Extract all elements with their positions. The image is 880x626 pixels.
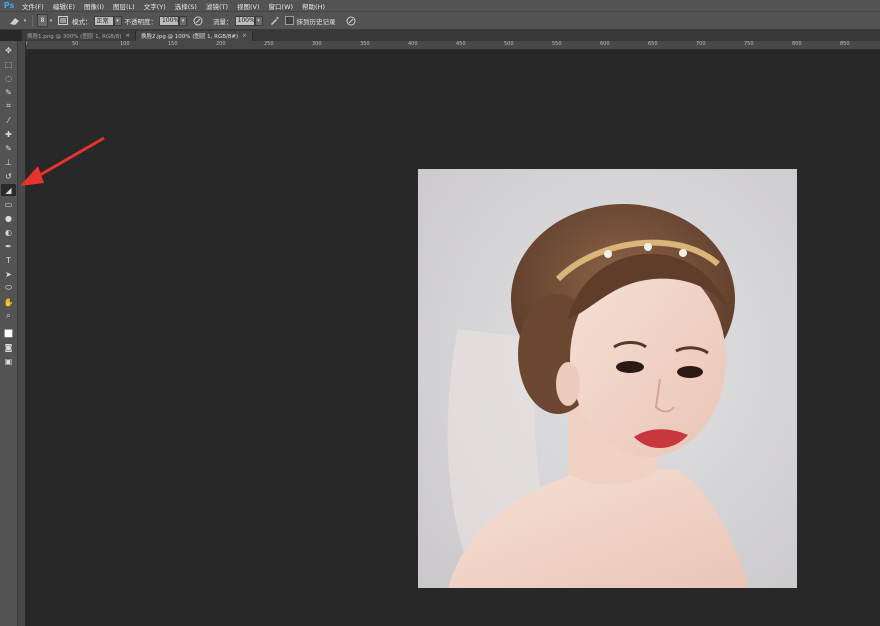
dodge-tool-icon[interactable]: ◐	[1, 226, 16, 238]
color-swatch-icon[interactable]: ■	[1, 327, 16, 339]
path-select-tool-icon[interactable]: ➤	[1, 268, 16, 280]
ruler-mark: 200	[216, 41, 226, 47]
bride-portrait-image	[418, 169, 797, 588]
healing-brush-tool-icon[interactable]: ✚	[1, 128, 16, 140]
history-brush-tool-icon[interactable]: ↺	[1, 170, 16, 182]
menu-view[interactable]: 视图(V)	[233, 1, 264, 11]
document-tab-bar: 换脸1.png @ 300% (图层 1, RGB/8) × 换脸2.jpg @…	[22, 30, 880, 41]
erase-to-history-label: 抹到历史记录	[296, 17, 336, 26]
ruler-mark: 150	[168, 41, 178, 47]
menu-image[interactable]: 图像(I)	[80, 1, 108, 11]
airbrush-icon[interactable]	[267, 14, 281, 28]
marquee-tool-icon[interactable]: ⬚	[1, 58, 16, 70]
move-tool-icon[interactable]: ✥	[1, 44, 16, 56]
opacity-dropdown-icon[interactable]: ▾	[179, 15, 187, 26]
options-bar: ▾ 8 ▾ 模式： 正常 ▾ 不透明度： 100% ▾ 流量： 100% ▾ 抹…	[0, 11, 880, 30]
quick-select-tool-icon[interactable]: ✎	[1, 86, 16, 98]
ruler-mark: 800	[792, 41, 802, 47]
eyedropper-tool-icon[interactable]: ⁄	[1, 114, 16, 126]
horizontal-ruler[interactable]: 0501001502002503003504004505005506006507…	[22, 41, 880, 50]
crop-tool-icon[interactable]: ⌗	[1, 100, 16, 112]
pen-tool-icon[interactable]: ✒	[1, 240, 16, 252]
flow-label: 流量：	[213, 17, 233, 26]
brush-size-dropdown-icon[interactable]: ▾	[48, 14, 54, 28]
document-image[interactable]	[418, 169, 797, 588]
preset-dropdown-icon[interactable]: ▾	[22, 14, 28, 28]
menu-select[interactable]: 选择(S)	[171, 1, 201, 11]
menu-edit[interactable]: 编辑(E)	[49, 1, 79, 11]
photoshop-logo: Ps	[3, 1, 15, 10]
menu-bar: Ps 文件(F) 编辑(E) 图像(I) 图层(L) 文字(Y) 选择(S) 滤…	[0, 0, 880, 11]
menu-help[interactable]: 帮助(H)	[298, 1, 329, 11]
menu-window[interactable]: 窗口(W)	[265, 1, 298, 11]
close-icon[interactable]: ×	[242, 33, 247, 39]
lasso-tool-icon[interactable]: ◌	[1, 72, 16, 84]
flow-dropdown-icon[interactable]: ▾	[254, 15, 263, 26]
ruler-mark: 550	[552, 41, 562, 47]
ruler-mark: 400	[408, 41, 418, 47]
ruler-mark: 100	[120, 41, 130, 47]
eraser-tool-icon[interactable]: ◢	[1, 184, 16, 196]
menu-filter[interactable]: 滤镜(T)	[202, 1, 232, 11]
type-tool-icon[interactable]: T	[1, 254, 16, 266]
tablet-pressure-icon[interactable]	[344, 14, 358, 28]
ruler-mark: 850	[840, 41, 850, 47]
opacity-pressure-icon[interactable]	[191, 14, 205, 28]
tools-panel: ✥ ⬚ ◌ ✎ ⌗ ⁄ ✚ ✎ ⊥ ↺ ◢ ▭ ● ◐ ✒ T ➤ ⬭ ✋ ⌕ ■ ◙ ▣	[0, 41, 18, 626]
ruler-mark: 650	[648, 41, 658, 47]
ruler-mark: 750	[744, 41, 754, 47]
menu-layer[interactable]: 图层(L)	[109, 1, 139, 11]
mode-label: 模式：	[72, 17, 92, 26]
tab-label: 换脸1.png @ 300% (图层 1, RGB/8)	[27, 34, 122, 40]
shape-tool-icon[interactable]: ⬭	[1, 282, 16, 294]
mode-select[interactable]: 正常	[93, 15, 114, 26]
brush-panel-toggle-icon[interactable]	[57, 14, 69, 28]
ruler-mark: 450	[456, 41, 466, 47]
ruler-mark: 250	[264, 41, 274, 47]
clone-stamp-tool-icon[interactable]: ⊥	[1, 156, 16, 168]
menu-type[interactable]: 文字(Y)	[140, 1, 170, 11]
ruler-mark: 500	[504, 41, 514, 47]
tab-label: 换脸2.jpg @ 100% (图层 1, RGB/8#)	[141, 34, 239, 40]
brush-size-picker[interactable]: 8	[37, 14, 48, 27]
vertical-ruler[interactable]	[18, 41, 26, 626]
tab-document-1[interactable]: 换脸1.png @ 300% (图层 1, RGB/8) ×	[22, 31, 137, 41]
eraser-preset-icon[interactable]	[8, 14, 22, 28]
tab-document-2[interactable]: 换脸2.jpg @ 100% (图层 1, RGB/8#) ×	[136, 31, 253, 41]
ruler-mark: 50	[72, 41, 79, 47]
gradient-tool-icon[interactable]: ▭	[1, 198, 16, 210]
opacity-label: 不透明度：	[124, 17, 158, 26]
close-icon[interactable]: ×	[125, 33, 130, 39]
brush-tool-icon[interactable]: ✎	[1, 142, 16, 154]
ruler-mark: 300	[312, 41, 322, 47]
quick-mask-icon[interactable]: ◙	[1, 341, 16, 353]
erase-to-history-checkbox[interactable]	[284, 16, 294, 25]
blur-tool-icon[interactable]: ●	[1, 212, 16, 224]
screen-mode-icon[interactable]: ▣	[1, 355, 16, 367]
ruler-mark: 350	[360, 41, 370, 47]
zoom-tool-icon[interactable]: ⌕	[1, 310, 16, 322]
flow-input[interactable]: 100%	[234, 15, 255, 26]
ruler-mark: 700	[696, 41, 706, 47]
separator	[32, 14, 33, 27]
menu-file[interactable]: 文件(F)	[18, 1, 48, 11]
opacity-input[interactable]: 100%	[159, 15, 179, 26]
hand-tool-icon[interactable]: ✋	[1, 296, 16, 308]
mode-dropdown-icon[interactable]: ▾	[113, 15, 122, 26]
ruler-mark: 600	[600, 41, 610, 47]
